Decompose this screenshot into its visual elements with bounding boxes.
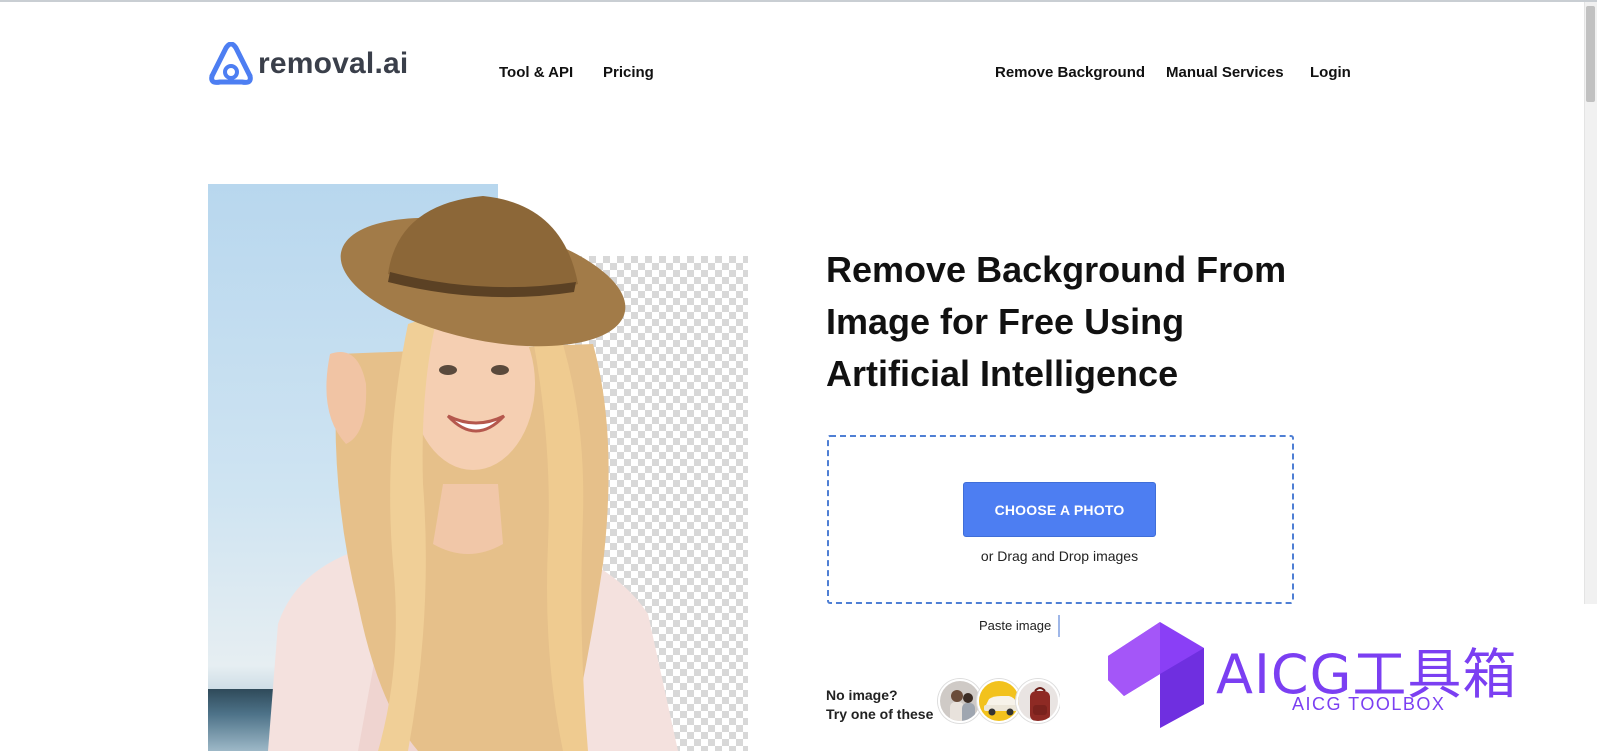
nav-login[interactable]: Login <box>1310 64 1351 81</box>
sample-images-prompt: No image? Try one of these <box>826 686 933 724</box>
sample-backpack-thumbnail[interactable] <box>1016 679 1060 723</box>
hero-woman-illustration <box>268 196 678 751</box>
nav-remove-background[interactable]: Remove Background <box>995 64 1145 81</box>
hero-image <box>208 184 748 751</box>
drag-drop-hint: or Drag and Drop images <box>980 548 1139 564</box>
scrollbar-thumb[interactable] <box>1586 6 1595 102</box>
site-logo[interactable]: removal.ai <box>208 42 408 86</box>
nav-manual-services[interactable]: Manual Services <box>1166 64 1284 81</box>
sample-couple-thumbnail[interactable] <box>938 679 982 723</box>
paste-image-label: Paste image <box>979 618 1052 633</box>
nav-pricing[interactable]: Pricing <box>603 64 654 81</box>
sample-prompt-line2: Try one of these <box>826 706 934 722</box>
watermark-subtitle: AICG TOOLBOX <box>1292 694 1446 714</box>
hero-headline: Remove Background From Image for Free Us… <box>826 249 1287 394</box>
couple-sample-icon <box>940 681 980 721</box>
sample-car-thumbnail[interactable] <box>977 679 1021 723</box>
car-sample-icon <box>979 681 1019 721</box>
backpack-sample-icon <box>1018 681 1058 721</box>
removal-ai-logo-icon <box>209 42 253 85</box>
logo-text: removal.ai <box>258 47 409 80</box>
choose-photo-button[interactable]: CHOOSE A PHOTO <box>963 482 1156 537</box>
window-top-border <box>0 0 1597 2</box>
nav-tool-api[interactable]: Tool & API <box>499 64 573 81</box>
sample-prompt-line1: No image? <box>826 687 898 703</box>
aicg-toolbox-logo-icon <box>1108 622 1204 728</box>
